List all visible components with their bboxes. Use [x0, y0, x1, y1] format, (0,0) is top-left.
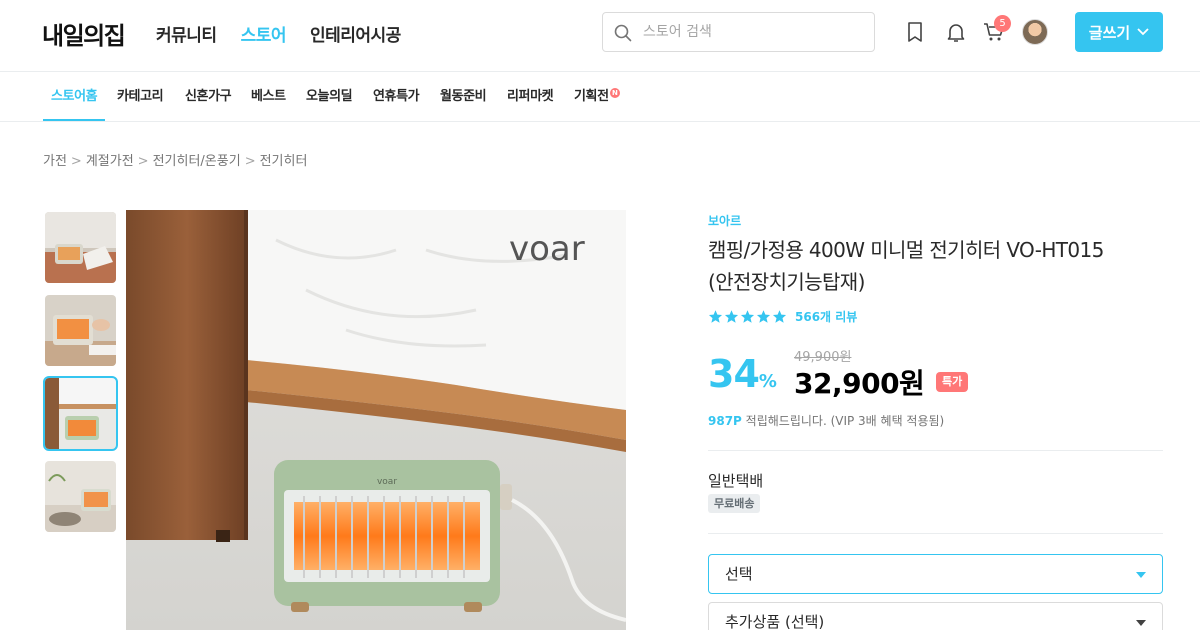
subnav-holiday-sale[interactable]: 연휴특가	[373, 72, 420, 121]
caret-down-icon	[1136, 620, 1146, 626]
option-select-value: 선택	[725, 565, 753, 583]
brand-logo-text: voar	[509, 229, 585, 269]
search-icon	[614, 24, 632, 42]
breadcrumb-item[interactable]: 전기히터	[260, 154, 308, 169]
subnav-wedding-furniture[interactable]: 신혼가구	[185, 72, 232, 121]
search-input[interactable]	[643, 21, 863, 43]
divider	[708, 450, 1163, 451]
logo[interactable]: 내일의집	[42, 16, 126, 51]
rating[interactable]: 566개 리뷰	[708, 308, 857, 325]
breadcrumb: 가전 > 계절가전 > 전기히터/온풍기 > 전기히터	[43, 154, 308, 169]
store-subnav: 스토어홈 카테고리 신혼가구 베스트 오늘의딜 연휴특가 월동준비 리퍼마켓 기…	[0, 72, 1200, 122]
breadcrumb-item[interactable]: 전기히터/온풍기	[153, 154, 241, 169]
addon-select-value: 추가상품 (선택)	[725, 613, 825, 630]
subnav-winter-prep[interactable]: 월동준비	[440, 72, 487, 121]
special-price-badge: 특가	[936, 372, 969, 392]
new-badge: N	[609, 88, 620, 98]
subnav-refurb-market[interactable]: 리퍼마켓	[507, 72, 554, 121]
breadcrumb-item[interactable]: 가전	[43, 154, 67, 169]
discount-rate: 34%	[708, 352, 777, 396]
star-icon	[724, 310, 739, 323]
percent-symbol: %	[758, 371, 777, 392]
option-select[interactable]: 선택	[708, 554, 1163, 594]
avatar[interactable]	[1022, 19, 1048, 45]
main-product-image[interactable]: voar voar	[126, 210, 626, 630]
points-text: 적립해드립니다. (VIP 3배 혜택 적용됨)	[741, 414, 945, 428]
nav-store[interactable]: 스토어	[241, 21, 287, 46]
search-box[interactable]	[602, 12, 875, 52]
thumbnail-4[interactable]	[45, 461, 116, 532]
product-brand[interactable]: 보아르	[708, 212, 741, 229]
product-title: 캠핑/가정용 400W 미니멀 전기히터 VO-HT015 (안전장치기능탑재)	[708, 238, 1104, 294]
rating-stars	[708, 309, 787, 324]
subnav-category[interactable]: 카테고리	[117, 72, 164, 121]
chevron-down-icon	[1137, 28, 1149, 36]
star-icon	[740, 310, 755, 323]
caret-down-icon	[1136, 572, 1146, 578]
top-header: 내일의집 커뮤니티 스토어 인테리어시공 5 글쓰기	[0, 0, 1200, 72]
thumbnail-3-selected[interactable]	[43, 376, 118, 451]
subnav-store-home[interactable]: 스토어홈	[43, 72, 106, 121]
subnav-exhibition[interactable]: 기획전 N	[574, 72, 620, 121]
bookmark-icon[interactable]	[903, 20, 927, 44]
star-icon	[756, 310, 771, 323]
addon-select[interactable]: 추가상품 (선택)	[708, 602, 1163, 630]
bell-icon[interactable]	[944, 20, 968, 44]
breadcrumb-item[interactable]: 계절가전	[86, 154, 134, 169]
points-info: 987P 적립해드립니다. (VIP 3배 혜택 적용됨)	[708, 412, 944, 429]
main-nav: 커뮤니티 스토어 인테리어시공	[156, 21, 401, 46]
review-count-link[interactable]: 566개 리뷰	[795, 308, 857, 325]
star-icon	[772, 310, 787, 323]
shipping-type: 일반택배	[708, 472, 764, 490]
write-button[interactable]: 글쓰기	[1075, 12, 1163, 52]
points-amount: 987P	[708, 414, 742, 428]
subnav-todays-deal[interactable]: 오늘의딜	[306, 72, 353, 121]
subnav-best[interactable]: 베스트	[251, 72, 286, 121]
write-button-label: 글쓰기	[1088, 23, 1131, 42]
divider	[708, 533, 1163, 534]
nav-community[interactable]: 커뮤니티	[156, 21, 217, 46]
free-shipping-badge: 무료배송	[708, 494, 761, 513]
star-icon	[708, 310, 723, 323]
heater-logo-text: voar	[377, 477, 397, 487]
thumbnail-2[interactable]	[45, 295, 116, 366]
thumbnail-1[interactable]	[45, 212, 116, 283]
discount-percent: 34	[708, 352, 760, 396]
cart-count-badge: 5	[994, 15, 1011, 32]
sale-price: 32,900원	[794, 367, 925, 400]
nav-interior[interactable]: 인테리어시공	[310, 21, 401, 46]
subnav-exhibition-label: 기획전	[574, 89, 609, 104]
